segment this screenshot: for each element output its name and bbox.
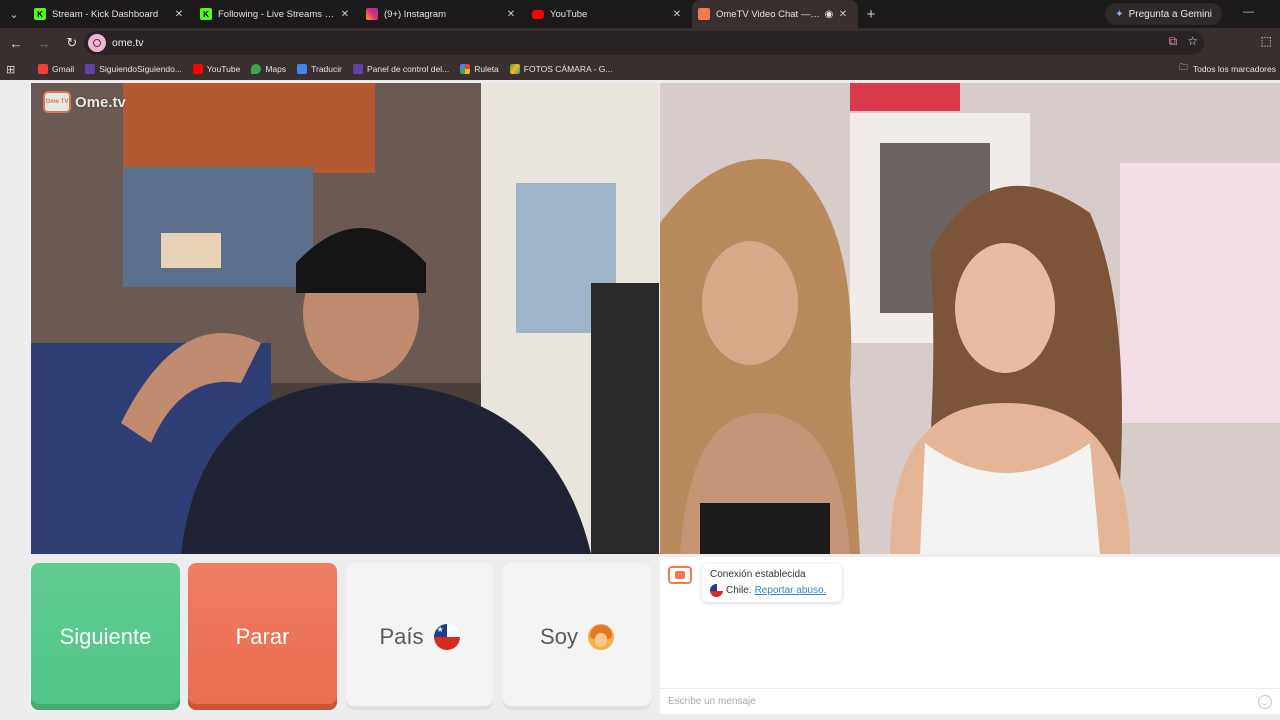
drive-icon [509, 64, 520, 74]
tab-title: Stream - Kick Dashboard [52, 8, 159, 20]
star-icon[interactable]: ☆ [1187, 34, 1198, 49]
tab-strip: ⌄ K Stream - Kick Dashboard ✕ K Followin… [0, 0, 1280, 28]
bookmark-fotos[interactable]: FOTOS CÁMARA - G... [509, 64, 612, 74]
ometv-logo: Ome TV Ome.tv [43, 91, 126, 113]
kick-icon: K [34, 8, 46, 20]
gemini-icon: ✦ [1115, 8, 1124, 20]
translate-icon [297, 64, 308, 74]
gemini-label: Pregunta a Gemini [1128, 8, 1212, 20]
stranger-camera-frame [660, 83, 1280, 554]
maps-pin-icon [251, 64, 262, 74]
bookmark-ruleta[interactable]: Ruleta [460, 64, 499, 74]
local-camera-video: Ome TV Ome.tv [31, 83, 659, 554]
country-filter-button[interactable]: País ★ [346, 563, 493, 710]
tab-search-icon[interactable]: ⌄ [0, 0, 28, 28]
tab-youtube[interactable]: YouTube ✕ [526, 0, 692, 28]
country-label: País [379, 623, 424, 649]
close-icon[interactable]: ✕ [504, 9, 518, 20]
youtube-icon [192, 64, 203, 74]
twitch-icon [85, 64, 96, 74]
connection-status: Conexión establecida [710, 569, 806, 580]
kick-icon: K [200, 8, 212, 20]
tab-title: Following - Live Streams on Kick [218, 8, 338, 20]
next-button[interactable]: Siguiente [31, 563, 180, 710]
message-bar [660, 688, 1280, 714]
gmail-icon [38, 64, 48, 74]
bookmark-siguiendo[interactable]: SiguiendoSiguiendo... [85, 64, 182, 74]
chile-flag-icon [710, 584, 723, 597]
tab-title: YouTube [550, 8, 588, 20]
tab-title: (9+) Instagram [384, 8, 447, 20]
message-input[interactable] [668, 696, 1258, 707]
tab-instagram[interactable]: (9+) Instagram ✕ [360, 0, 526, 28]
close-icon[interactable]: ✕ [338, 9, 352, 20]
emoji-icon[interactable] [1258, 694, 1272, 709]
bookmark-traducir[interactable]: Traducir [297, 64, 342, 74]
cast-icon[interactable]: ⧉ [1169, 34, 1178, 49]
forward-icon[interactable]: → [32, 31, 56, 55]
ask-gemini-button[interactable]: ✦ Pregunta a Gemini [1105, 3, 1222, 25]
woman-face-icon [587, 623, 614, 650]
ometv-logo-text: Ome.tv [75, 93, 126, 111]
bookmark-youtube[interactable]: YouTube [192, 64, 240, 74]
gender-label: Soy [540, 623, 578, 649]
twitch-icon [352, 64, 363, 74]
tab-kick-dashboard[interactable]: K Stream - Kick Dashboard ✕ [28, 0, 194, 28]
recording-icon: ◉ [824, 8, 834, 20]
site-info-icon[interactable] [88, 34, 106, 52]
stop-label: Parar [235, 623, 290, 649]
new-tab-button[interactable]: + [858, 6, 884, 23]
local-camera-frame [31, 83, 659, 554]
close-icon[interactable]: ✕ [836, 9, 850, 20]
tab-ometv[interactable]: OmeTV Video Chat — Omegle ◉ ✕ [692, 0, 858, 28]
instagram-icon [366, 8, 378, 20]
stranger-camera-video [660, 83, 1280, 554]
reload-icon[interactable]: ↻ [60, 31, 84, 55]
youtube-icon [532, 9, 544, 19]
url-text: ome.tv [112, 37, 144, 49]
tab-kick-following[interactable]: K Following - Live Streams on Kick ✕ [194, 0, 360, 28]
tab-title: OmeTV Video Chat — Omegle [716, 8, 822, 20]
chile-flag-icon: ★ [433, 623, 460, 650]
bookmark-panel[interactable]: Panel de control del... [352, 64, 449, 74]
stop-button[interactable]: Parar [188, 563, 337, 710]
close-icon[interactable]: ✕ [670, 9, 684, 20]
address-bar[interactable]: ome.tv ⧉ ☆ [84, 31, 1204, 55]
partner-country: Chile. [726, 585, 752, 596]
folder-icon: 🗀 [1179, 62, 1188, 72]
ometv-chat-icon [668, 566, 692, 584]
ometv-page: Ome TV Ome.tv Siguiente Parar País ★ Soy… [0, 80, 1280, 720]
apps-grid-icon[interactable]: ⊞ [6, 63, 22, 76]
extensions-icon[interactable]: ⬚ [1261, 34, 1272, 48]
ometv-tv-icon: Ome TV [43, 91, 71, 113]
report-abuse-link[interactable]: Reportar abuso. [755, 585, 827, 596]
roulette-icon [460, 64, 471, 74]
gender-select-button[interactable]: Soy [503, 563, 651, 710]
minimize-icon[interactable]: — [1243, 6, 1254, 18]
system-message: Conexión establecida Chile. Reportar abu… [702, 564, 842, 602]
chat-panel: Conexión establecida Chile. Reportar abu… [660, 557, 1280, 714]
browser-toolbar: ← → ↻ ome.tv ⧉ ☆ ⬚ [0, 28, 1280, 58]
next-label: Siguiente [59, 623, 152, 649]
back-icon[interactable]: ← [4, 31, 28, 55]
close-icon[interactable]: ✕ [172, 9, 186, 20]
bookmark-maps[interactable]: Maps [251, 64, 286, 74]
ometv-icon [698, 8, 710, 20]
bookmarks-bar: ⊞ Gmail SiguiendoSiguiendo... YouTube Ma… [0, 58, 1280, 80]
all-bookmarks[interactable]: 🗀 Todos los marcadores [1179, 58, 1280, 80]
bookmark-gmail[interactable]: Gmail [38, 64, 74, 74]
